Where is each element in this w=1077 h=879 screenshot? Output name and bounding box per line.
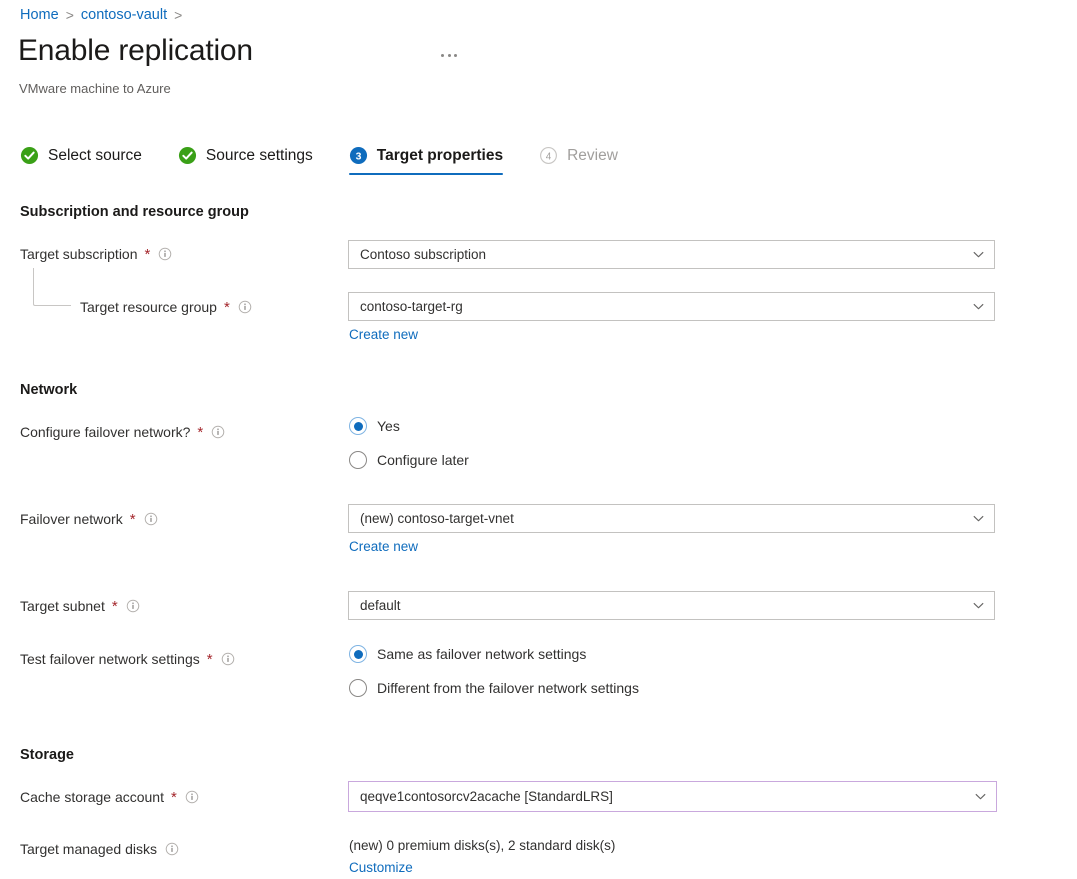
- dropdown-cache-storage-account[interactable]: qeqve1contosorcv2acache [StandardLRS]: [348, 781, 997, 812]
- label-target-resource-group: Target resource group *: [80, 299, 252, 315]
- required-asterisk: *: [224, 300, 230, 315]
- label-configure-failover-network: Configure failover network? *: [20, 424, 225, 440]
- radio-indicator: [349, 451, 367, 469]
- required-asterisk: *: [145, 247, 151, 262]
- chevron-down-icon: [971, 598, 986, 613]
- more-options-icon[interactable]: [437, 48, 461, 63]
- label-text: Target resource group: [80, 299, 217, 315]
- link-create-new-resource-group[interactable]: Create new: [349, 327, 418, 342]
- dropdown-value: default: [360, 598, 971, 613]
- wizard-step-select-source[interactable]: Select source: [20, 146, 142, 178]
- breadcrumb-item-contoso-vault[interactable]: contoso-vault: [81, 7, 167, 23]
- label-text: Target subscription: [20, 246, 138, 262]
- label-test-failover-network-settings: Test failover network settings *: [20, 651, 235, 667]
- label-text: Test failover network settings: [20, 651, 200, 667]
- page-title: Enable replication: [18, 34, 253, 68]
- radio-label: Same as failover network settings: [377, 646, 586, 662]
- info-icon[interactable]: [238, 300, 252, 314]
- wizard-step-label: Target properties: [377, 147, 503, 165]
- step-number-badge-icon: 3: [349, 146, 368, 165]
- link-create-new-failover-network[interactable]: Create new: [349, 539, 418, 554]
- dropdown-value: (new) contoso-target-vnet: [360, 511, 971, 526]
- info-icon[interactable]: [126, 599, 140, 613]
- dropdown-value: Contoso subscription: [360, 247, 971, 262]
- tree-connector-line: [33, 268, 71, 306]
- dropdown-failover-network[interactable]: (new) contoso-target-vnet: [348, 504, 995, 533]
- radio-configure-failover-later[interactable]: Configure later: [349, 451, 469, 469]
- info-icon[interactable]: [144, 512, 158, 526]
- breadcrumb: Home > contoso-vault >: [20, 7, 182, 23]
- radio-indicator: [349, 679, 367, 697]
- breadcrumb-item-home[interactable]: Home: [20, 7, 59, 23]
- wizard-step-target-properties[interactable]: 3 Target properties: [349, 146, 503, 178]
- required-asterisk: *: [197, 425, 203, 440]
- enable-replication-page: Home > contoso-vault > Enable replicatio…: [0, 0, 1077, 879]
- check-circle-icon: [178, 146, 197, 165]
- radio-label: Different from the failover network sett…: [377, 680, 639, 696]
- radio-test-failover-same[interactable]: Same as failover network settings: [349, 645, 586, 663]
- required-asterisk: *: [130, 512, 136, 527]
- chevron-down-icon: [971, 511, 986, 526]
- section-heading-storage: Storage: [20, 747, 74, 763]
- required-asterisk: *: [112, 599, 118, 614]
- label-target-subnet: Target subnet *: [20, 598, 140, 614]
- radio-label: Yes: [377, 418, 400, 434]
- dropdown-target-subnet[interactable]: default: [348, 591, 995, 620]
- label-failover-network: Failover network *: [20, 511, 158, 527]
- label-text: Configure failover network?: [20, 424, 190, 440]
- breadcrumb-separator-icon: >: [66, 7, 74, 23]
- label-text: Target subnet: [20, 598, 105, 614]
- dropdown-value: contoso-target-rg: [360, 299, 971, 314]
- svg-text:4: 4: [546, 151, 552, 162]
- dropdown-target-resource-group[interactable]: contoso-target-rg: [348, 292, 995, 321]
- section-heading-subscription: Subscription and resource group: [20, 204, 249, 220]
- check-circle-icon: [20, 146, 39, 165]
- chevron-down-icon: [973, 789, 988, 804]
- step-number-badge-icon: 4: [539, 146, 558, 165]
- wizard-step-review[interactable]: 4 Review: [539, 146, 618, 178]
- radio-test-failover-different[interactable]: Different from the failover network sett…: [349, 679, 639, 697]
- radio-configure-failover-yes[interactable]: Yes: [349, 417, 400, 435]
- info-icon[interactable]: [158, 247, 172, 261]
- wizard-step-label: Source settings: [206, 147, 313, 165]
- dropdown-target-subscription[interactable]: Contoso subscription: [348, 240, 995, 269]
- value-target-managed-disks: (new) 0 premium disks(s), 2 standard dis…: [349, 838, 615, 853]
- required-asterisk: *: [171, 790, 177, 805]
- label-text: Cache storage account: [20, 789, 164, 805]
- radio-indicator: [349, 645, 367, 663]
- wizard-step-label: Select source: [48, 147, 142, 165]
- info-icon[interactable]: [165, 842, 179, 856]
- wizard-steps: Select source Source settings 3 Target p…: [20, 146, 618, 178]
- svg-text:3: 3: [355, 152, 361, 163]
- wizard-step-label: Review: [567, 147, 618, 165]
- chevron-down-icon: [971, 247, 986, 262]
- info-icon[interactable]: [211, 425, 225, 439]
- chevron-down-icon: [971, 299, 986, 314]
- label-cache-storage-account: Cache storage account *: [20, 789, 199, 805]
- info-icon[interactable]: [185, 790, 199, 804]
- dropdown-value: qeqve1contosorcv2acache [StandardLRS]: [360, 789, 973, 804]
- label-target-subscription: Target subscription *: [20, 246, 172, 262]
- link-customize-managed-disks[interactable]: Customize: [349, 860, 413, 875]
- radio-label: Configure later: [377, 452, 469, 468]
- wizard-step-source-settings[interactable]: Source settings: [178, 146, 313, 178]
- breadcrumb-separator-icon: >: [174, 7, 182, 23]
- radio-indicator: [349, 417, 367, 435]
- page-subtitle: VMware machine to Azure: [19, 81, 171, 96]
- required-asterisk: *: [207, 652, 213, 667]
- section-heading-network: Network: [20, 382, 77, 398]
- label-text: Failover network: [20, 511, 123, 527]
- info-icon[interactable]: [221, 652, 235, 666]
- label-text: Target managed disks: [20, 841, 157, 857]
- label-target-managed-disks: Target managed disks: [20, 841, 179, 857]
